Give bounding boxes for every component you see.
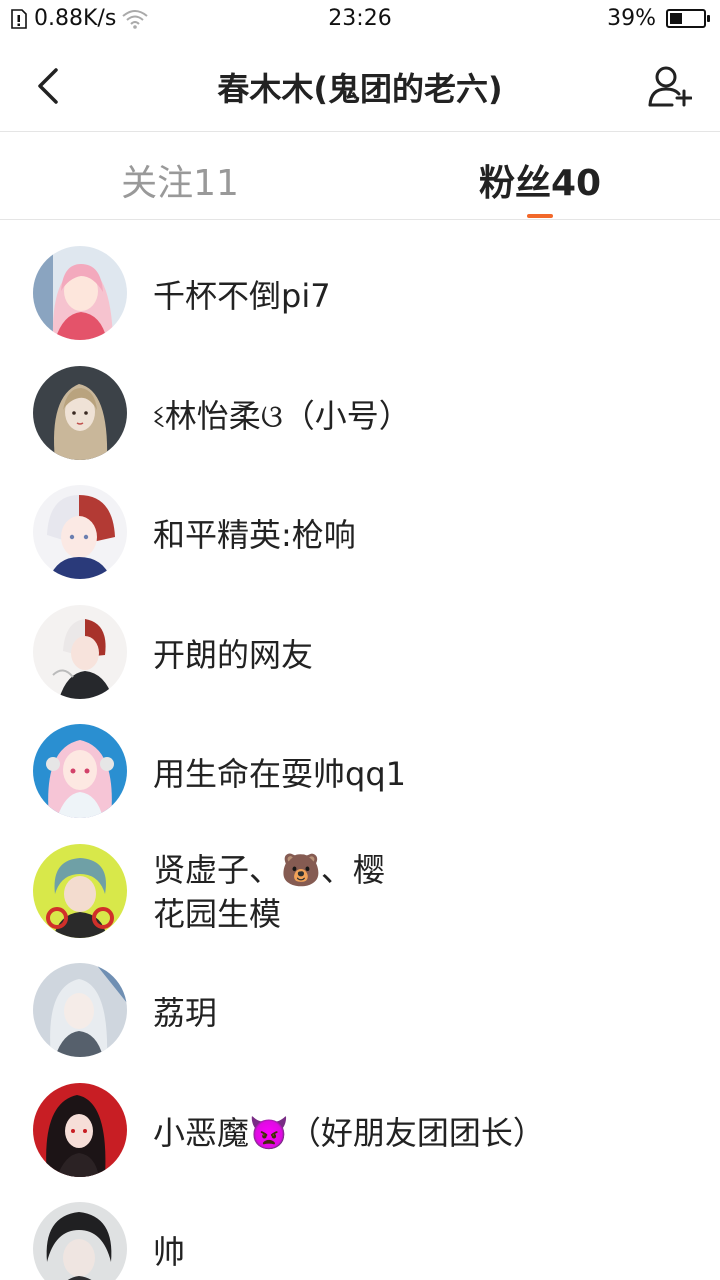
chevron-left-icon bbox=[38, 68, 58, 104]
list-item[interactable]: ଽ林怡柔ଓ（小号） bbox=[0, 340, 720, 460]
follower-name[interactable]: 和平精英:枪响 bbox=[153, 513, 700, 557]
list-item[interactable]: 开朗的网友 bbox=[0, 579, 720, 699]
active-tab-indicator bbox=[527, 214, 553, 218]
list-item[interactable]: 千杯不倒pi7 bbox=[0, 220, 720, 340]
back-button[interactable] bbox=[26, 62, 70, 110]
page-title: 春木木(鬼团的老六) bbox=[217, 70, 503, 108]
tab-fans[interactable]: 粉丝40 bbox=[360, 154, 720, 206]
follower-name[interactable]: 帅 bbox=[153, 1230, 700, 1274]
avatar[interactable] bbox=[33, 724, 127, 818]
avatar[interactable] bbox=[33, 365, 127, 460]
tab-following[interactable]: 关注11 bbox=[0, 154, 360, 206]
avatar[interactable] bbox=[33, 246, 127, 340]
follower-name[interactable]: 小恶魔👿（好朋友团团长） bbox=[153, 1111, 700, 1155]
follower-name[interactable]: 千杯不倒pi7 bbox=[153, 274, 700, 318]
list-item[interactable]: 荔玥 bbox=[0, 937, 720, 1057]
follow-tabs: 关注11 粉丝40 bbox=[0, 132, 720, 220]
avatar[interactable] bbox=[33, 485, 127, 579]
avatar[interactable] bbox=[33, 1082, 127, 1177]
list-item[interactable]: 贤虚子、🐻、樱花园生模 bbox=[0, 818, 720, 938]
list-item[interactable]: 用生命在耍帅qq1 bbox=[0, 698, 720, 818]
fans-list-page: 0.88K/s 23:26 39% 春木木(鬼团的老六) 关注11 粉丝40 千… bbox=[0, 0, 720, 1280]
battery-percent: 39% bbox=[607, 6, 656, 31]
list-item[interactable]: 和平精英:枪响 bbox=[0, 459, 720, 579]
follower-name[interactable]: ଽ林怡柔ଓ（小号） bbox=[153, 394, 700, 438]
follower-name[interactable]: 用生命在耍帅qq1 bbox=[153, 752, 700, 796]
add-user-button[interactable] bbox=[644, 60, 696, 112]
avatar[interactable] bbox=[33, 843, 127, 938]
battery-fill bbox=[670, 13, 682, 24]
follower-name[interactable]: 荔玥 bbox=[153, 991, 700, 1035]
status-right: 39% bbox=[607, 6, 710, 31]
list-item[interactable]: 帅 bbox=[0, 1176, 720, 1280]
follower-name[interactable]: 贤虚子、🐻、樱花园生模 bbox=[153, 848, 393, 948]
navigation-bar: 春木木(鬼团的老六) bbox=[0, 40, 720, 132]
battery-icon bbox=[666, 9, 710, 28]
fans-list: 千杯不倒pi7 ଽ林怡柔ଓ（小号） 和平精英:枪响 开朗的网友 用生命在耍帅qq… bbox=[0, 220, 720, 1280]
avatar[interactable] bbox=[33, 1202, 127, 1280]
avatar[interactable] bbox=[33, 604, 127, 699]
add-user-icon bbox=[648, 66, 692, 107]
status-bar: 0.88K/s 23:26 39% bbox=[0, 0, 720, 40]
list-item[interactable]: 小恶魔👿（好朋友团团长） bbox=[0, 1057, 720, 1177]
avatar[interactable] bbox=[33, 963, 127, 1057]
follower-name[interactable]: 开朗的网友 bbox=[153, 633, 700, 677]
